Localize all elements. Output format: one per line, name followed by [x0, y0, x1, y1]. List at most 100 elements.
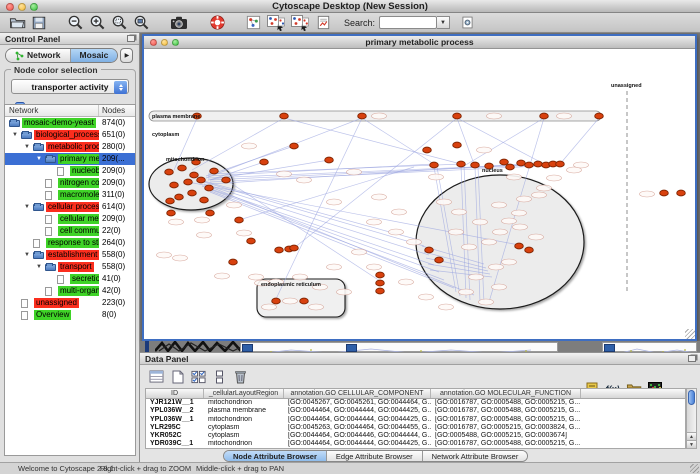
tree-item-primary-metabol[interactable]: ▼primary metabol209(... [5, 153, 135, 165]
tree-item-metabolic-process[interactable]: ▼metabolic process280(0) [5, 141, 135, 153]
close-button[interactable] [150, 39, 157, 46]
new-attribute-button[interactable] [168, 368, 187, 385]
tree-item-overview[interactable]: Overview8(0) [5, 309, 135, 321]
tree-item-cellular-metabol[interactable]: cellular metabol209(0) [5, 213, 135, 225]
table-row[interactable]: YLR295Ccytoplasm[GO:0045263, GO:0044464,… [146, 424, 685, 432]
column-header-id[interactable]: ID [146, 389, 204, 398]
node-color-combobox[interactable]: transporter activity [11, 79, 129, 94]
tab-node-attribute-browser[interactable]: Node Attribute Browser [224, 451, 326, 461]
network-node[interactable] [167, 210, 176, 216]
annotation-button[interactable] [312, 14, 334, 32]
network-node[interactable] [515, 243, 524, 249]
network-node[interactable] [430, 162, 439, 168]
scroll-up-icon[interactable]: ▲ [687, 432, 696, 440]
network-node[interactable] [471, 162, 480, 168]
tab-overflow-button[interactable]: ▶ [120, 48, 133, 63]
network-node[interactable] [453, 142, 462, 148]
network-node[interactable] [506, 164, 515, 170]
float-panel-icon[interactable] [127, 35, 135, 42]
network-node[interactable] [376, 280, 385, 286]
network-node[interactable] [525, 162, 534, 168]
network-node[interactable] [247, 238, 256, 244]
network-node[interactable] [540, 113, 549, 119]
column-header-annotation-go-molecular-function[interactable]: annotation.GO MOLECULAR_FUNCTION [431, 389, 581, 398]
scrollbar-thumb[interactable] [688, 390, 695, 405]
column-header-annotation-go-cellular-component[interactable]: annotation.GO CELLULAR_COMPONENT [284, 389, 431, 398]
expand-triangle-icon[interactable]: ▼ [24, 204, 30, 210]
search-options-button[interactable] [456, 14, 478, 32]
expand-triangle-icon[interactable]: ▼ [36, 264, 42, 270]
open-session-button[interactable] [6, 14, 28, 32]
tree-item-secretion[interactable]: secretion41(0) [5, 273, 135, 285]
network-node[interactable] [184, 179, 193, 185]
network-window-titlebar[interactable]: primary metabolic process [144, 36, 695, 49]
tree-item-nitrogen-compo[interactable]: nitrogen compo209(0) [5, 177, 135, 189]
tab-network[interactable]: Network [6, 49, 70, 62]
network-node[interactable] [222, 177, 231, 183]
tree-item-macromolecule[interactable]: macromolecule311(0) [5, 189, 135, 201]
network-node[interactable] [166, 198, 175, 204]
tab-mosaic[interactable]: Mosaic [70, 49, 118, 62]
network-node[interactable] [178, 165, 187, 171]
unselect-attributes-button[interactable] [210, 368, 229, 385]
network-node[interactable] [660, 190, 669, 196]
expand-triangle-icon[interactable]: ▼ [36, 156, 42, 162]
tree-header[interactable]: Network Nodes [5, 105, 135, 117]
layout-next-button[interactable] [288, 14, 312, 32]
tree-item-nucleobase[interactable]: nucleobase-209(0) [5, 165, 135, 177]
network-node[interactable] [525, 247, 534, 253]
save-session-button[interactable] [28, 14, 50, 32]
network-node[interactable] [425, 247, 434, 253]
network-node[interactable] [205, 185, 214, 191]
table-row[interactable]: YJR121W__1mitochondrion[GO:0045267, GO:0… [146, 399, 685, 407]
network-node[interactable] [457, 161, 466, 167]
tree-item-biological-process[interactable]: ▼biological_process651(0) [5, 129, 135, 141]
tree-item-mosaic-demo-yeast[interactable]: mosaic-demo-yeast874(0) [5, 117, 135, 129]
network-node[interactable] [229, 259, 238, 265]
network-node[interactable] [677, 190, 686, 196]
network-node[interactable] [376, 272, 385, 278]
network-overview-button[interactable] [242, 14, 264, 32]
table-row[interactable]: YDR039C__1mitochondrion[GO:0044464, GO:0… [146, 440, 685, 448]
table-row[interactable]: YKR052Ccytoplasm[GO:0044464, GO:0044446,… [146, 432, 685, 440]
network-node[interactable] [190, 172, 199, 178]
help-button[interactable] [206, 14, 228, 32]
network-node[interactable] [175, 194, 184, 200]
select-attributes-button[interactable] [189, 368, 208, 385]
search-dropdown-button[interactable]: ▼ [437, 16, 450, 29]
scroll-down-icon[interactable]: ▼ [687, 440, 696, 448]
zoom-selected-button[interactable] [108, 14, 130, 32]
expand-triangle-icon[interactable]: ▼ [12, 132, 18, 138]
tree-item-multi-organism-pro[interactable]: multi-organism pro42(0) [5, 285, 135, 297]
tree-item-response-to-stimulu[interactable]: response to stimulu264(0) [5, 237, 135, 249]
network-node[interactable] [595, 113, 604, 119]
table-row[interactable]: YPL036W__2plasma membrane[GO:0044464, GO… [146, 407, 685, 415]
zoom-out-button[interactable] [64, 14, 86, 32]
minimize-button[interactable] [161, 39, 168, 46]
network-node[interactable] [165, 169, 174, 175]
network-node[interactable] [325, 157, 334, 163]
network-node[interactable] [290, 143, 299, 149]
maximize-button[interactable] [30, 3, 38, 11]
network-node[interactable] [200, 197, 209, 203]
expand-triangle-icon[interactable]: ▼ [24, 252, 30, 258]
network-node[interactable] [376, 288, 385, 294]
tab-network-attribute-browser[interactable]: Network Attribute Browser [422, 451, 528, 461]
network-node[interactable] [197, 177, 206, 183]
tree-item-cell-communicat[interactable]: cell communicat22(0) [5, 225, 135, 237]
table-row[interactable]: YPL036W__1mitochondrion[GO:0044464, GO:0… [146, 416, 685, 424]
network-node[interactable] [280, 113, 289, 119]
tree-item-establishment-of-lo[interactable]: ▼establishment of lo558(0) [5, 249, 135, 261]
zoom-in-button[interactable] [86, 14, 108, 32]
network-node[interactable] [517, 160, 526, 166]
network-node[interactable] [170, 182, 179, 188]
tree-item-unassigned[interactable]: unassigned223(0) [5, 297, 135, 309]
network-node[interactable] [300, 298, 309, 304]
tab-edge-attribute-browser[interactable]: Edge Attribute Browser [326, 451, 422, 461]
network-node[interactable] [272, 298, 281, 304]
search-input[interactable] [379, 16, 437, 29]
tree-item-transport[interactable]: ▼transport558(0) [5, 261, 135, 273]
maximize-button[interactable] [172, 39, 179, 46]
network-node[interactable] [358, 113, 367, 119]
expand-triangle-icon[interactable]: ▼ [24, 144, 30, 150]
